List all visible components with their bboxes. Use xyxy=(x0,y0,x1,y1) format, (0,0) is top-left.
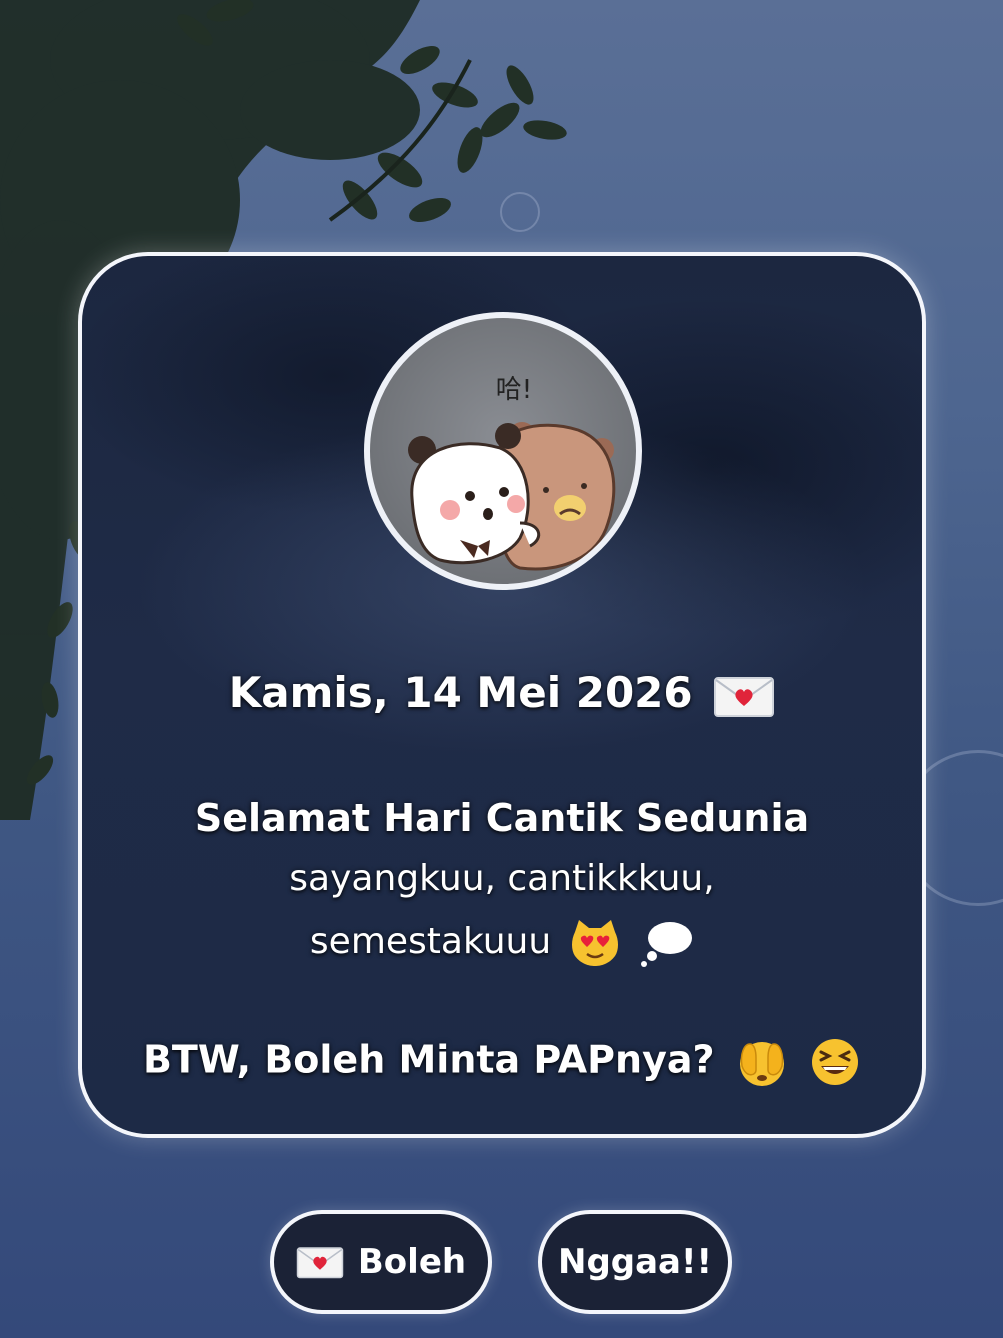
grinning-squinting-face-icon xyxy=(812,1039,859,1085)
heart-eyes-cat-icon xyxy=(571,920,618,966)
sticker-caption: 哈! xyxy=(496,375,532,405)
decorative-ring xyxy=(500,192,540,232)
greeting-title: Selamat Hari Cantik Sedunia xyxy=(194,796,810,840)
love-letter-icon xyxy=(714,676,775,717)
boleh-button-label: Boleh xyxy=(357,1242,467,1282)
nggaa-button[interactable]: Nggaa!! xyxy=(538,1210,732,1314)
greeting-line-2: semestakuuu xyxy=(82,918,922,968)
peeking-face-icon xyxy=(739,1042,784,1086)
thought-bubble-icon xyxy=(641,922,693,967)
nggaa-button-label: Nggaa!! xyxy=(557,1242,713,1282)
sticker-avatar: 哈! xyxy=(364,312,642,590)
greeting-line-1: sayangkuu, cantikkkuu, xyxy=(289,858,715,899)
boleh-button[interactable]: Boleh xyxy=(270,1210,492,1314)
love-letter-icon xyxy=(296,1247,344,1279)
date-line: Kamis, 14 Mei 2026 xyxy=(82,668,922,718)
bear-couple-sticker-icon: 哈! xyxy=(408,375,616,571)
question-text: BTW, Boleh Minta PAPnya? xyxy=(142,1037,715,1082)
date-text: Kamis, 14 Mei 2026 xyxy=(228,668,693,717)
greeting-line-2-text: semestakuuu xyxy=(309,921,552,962)
greeting-card: 哈! Kamis, 14 Mei 2026 Selamat Hari Canti… xyxy=(78,252,926,1138)
screen: 哈! Kamis, 14 Mei 2026 Selamat Hari Canti… xyxy=(0,0,1003,1338)
question-line: BTW, Boleh Minta PAPnya? xyxy=(82,1036,922,1088)
